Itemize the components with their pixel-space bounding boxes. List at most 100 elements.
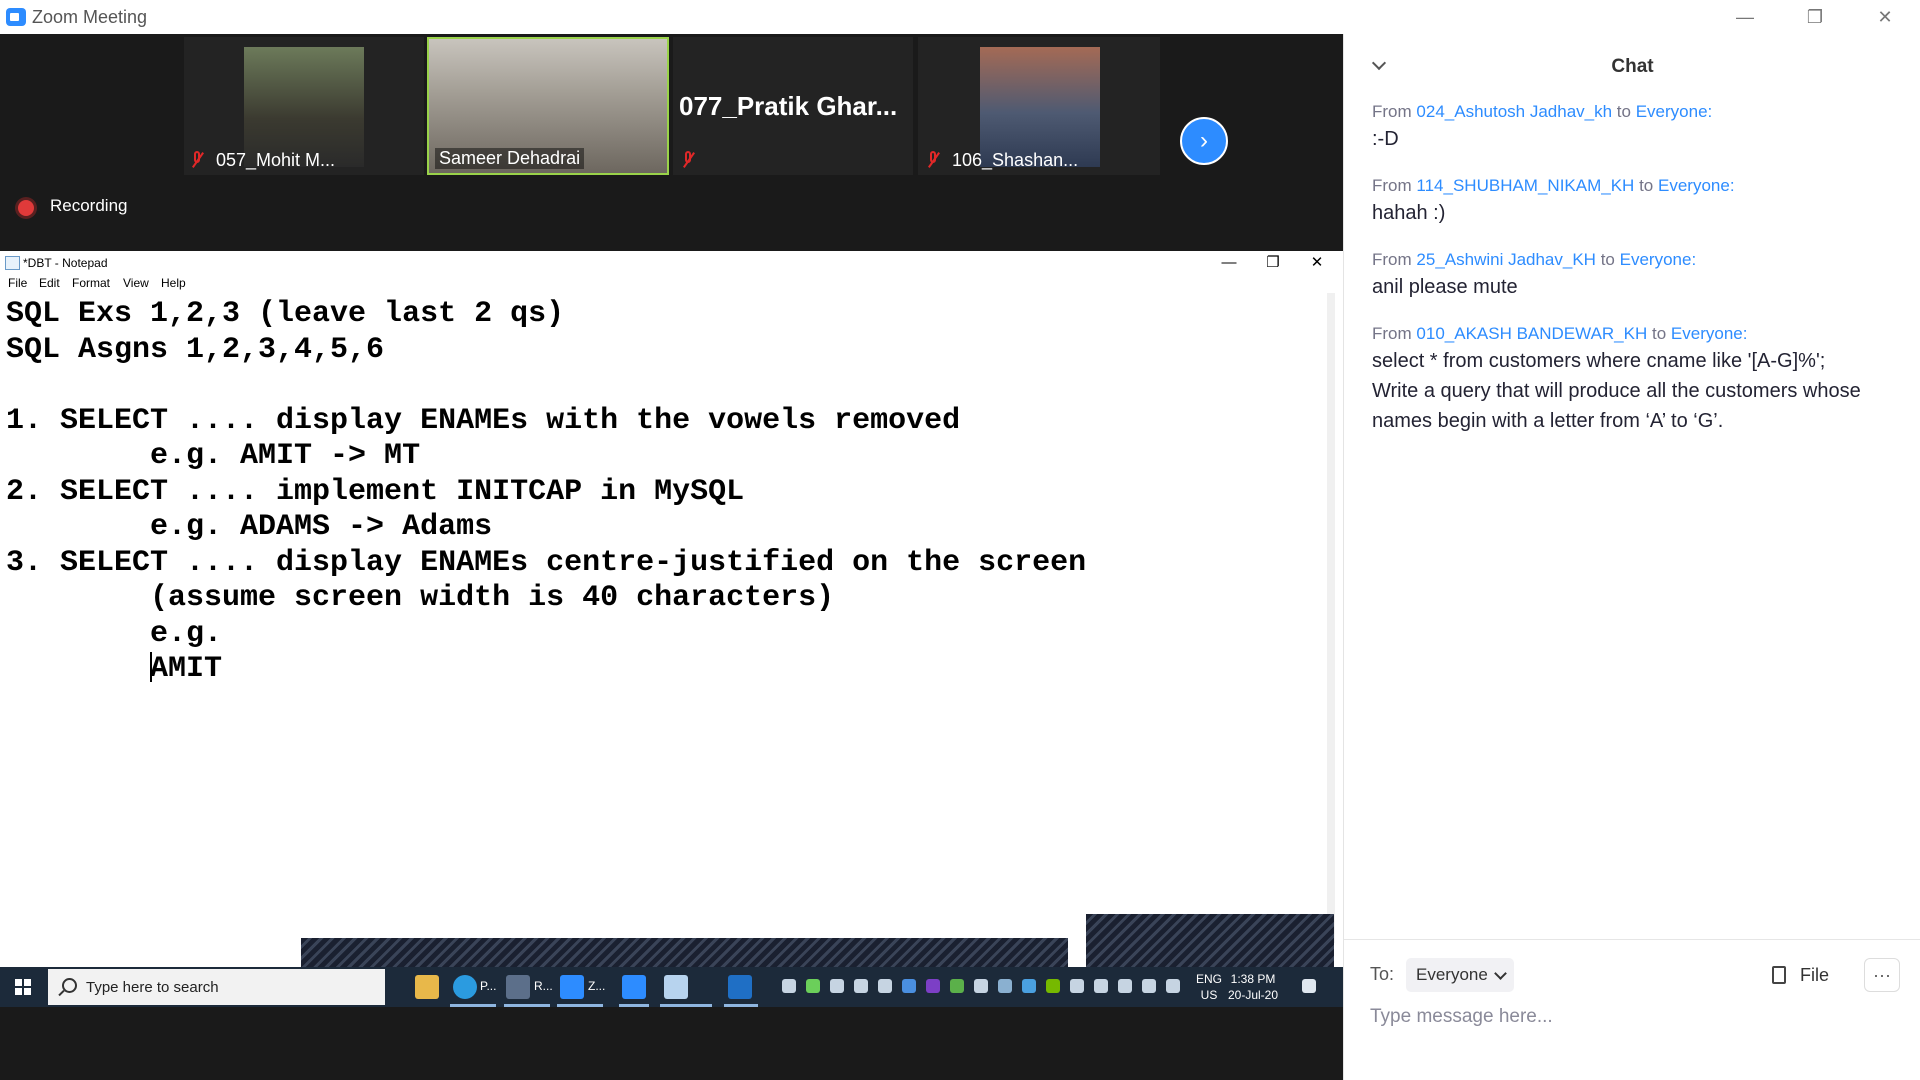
minimize-button[interactable]: —: [1710, 0, 1780, 34]
chat-message-text: anil please mute: [1372, 276, 1518, 298]
zoom-taskbar-icon[interactable]: [560, 975, 584, 999]
mail-app-icon[interactable]: [728, 975, 752, 999]
security-tray-icon[interactable]: [806, 979, 820, 993]
notepad-line: e.g.: [6, 616, 223, 651]
notepad-close-button[interactable]: ✕: [1295, 251, 1339, 273]
steam-tray-icon[interactable]: [878, 979, 892, 993]
notepad-text-area[interactable]: SQL Exs 1,2,3 (leave last 2 qs) SQL Asgns…: [6, 297, 1326, 937]
meeting-background: [0, 1007, 1343, 1080]
taskbar-app-label: P...: [480, 979, 497, 993]
close-button[interactable]: ✕: [1850, 0, 1920, 34]
pen-tray-icon[interactable]: [1166, 979, 1180, 993]
message-input[interactable]: Type message here...: [1370, 1006, 1553, 1028]
mic-muted-icon: [190, 151, 204, 169]
notepad-line: e.g. ADAMS -> Adams: [6, 510, 493, 544]
volume-tray-icon[interactable]: [1142, 979, 1156, 993]
chevron-down-icon: [1493, 966, 1507, 980]
notepad-line: [6, 368, 1326, 404]
notepad-window: *DBT - Notepad — ❐ ✕ File Edit Format Vi…: [0, 251, 1335, 967]
wifi-tray-icon[interactable]: [998, 979, 1012, 993]
recipient-name[interactable]: Everyone:: [1671, 324, 1748, 343]
notepad-icon: [5, 256, 20, 270]
chat-header: Chat: [1344, 52, 1920, 86]
chat-message-header: From 010_AKASH BANDEWAR_KH to Everyone:: [1372, 324, 1892, 344]
app-tray-icon[interactable]: [1118, 979, 1132, 993]
chat-message: From 024_Ashutosh Jadhav_kh to Everyone:…: [1372, 102, 1892, 154]
to-word: to: [1652, 324, 1667, 343]
participant-tile-active[interactable]: Sameer Dehadrai: [427, 37, 669, 175]
notepad-line: SQL Asgns 1,2,3,4,5,6: [6, 332, 385, 367]
restore-button[interactable]: ❐: [1780, 0, 1850, 34]
region-code: US: [1200, 988, 1218, 1002]
from-label: From: [1372, 324, 1412, 343]
recipient-name[interactable]: Everyone:: [1636, 102, 1713, 121]
notifications-icon[interactable]: [1302, 979, 1316, 993]
taskbar-search-box[interactable]: Type here to search: [48, 969, 385, 1005]
notepad-taskbar-icon[interactable]: [664, 975, 688, 999]
recipient-select[interactable]: Everyone: [1406, 958, 1514, 992]
app-window-icon[interactable]: [506, 975, 530, 999]
language-indicator[interactable]: ENG US: [1196, 971, 1222, 1003]
microphone-tray-icon[interactable]: [830, 979, 844, 993]
help-tray-icon[interactable]: [782, 979, 796, 993]
from-label: From: [1372, 176, 1412, 195]
app-tray-icon[interactable]: [950, 979, 964, 993]
menu-file[interactable]: File: [8, 276, 27, 290]
chat-message-text: hahah :): [1372, 202, 1446, 224]
app-tray-icon[interactable]: [854, 979, 868, 993]
notepad-minimize-button[interactable]: —: [1207, 251, 1251, 273]
more-options-button[interactable]: ···: [1864, 958, 1900, 992]
sender-name[interactable]: 010_AKASH BANDEWAR_KH: [1416, 324, 1647, 343]
file-button[interactable]: File: [1772, 960, 1829, 990]
clock-time: 1:38 PM: [1230, 972, 1276, 986]
edge-browser-icon[interactable]: [453, 975, 477, 999]
zoom-app-icon: [6, 8, 26, 26]
recording-dot-icon: [18, 200, 34, 216]
recipient-name[interactable]: Everyone:: [1658, 176, 1735, 195]
zoom-title-bar: Zoom Meeting — ❐ ✕: [0, 0, 1920, 34]
search-icon: [62, 978, 77, 993]
menu-help[interactable]: Help: [161, 276, 186, 290]
shield-tray-icon[interactable]: [974, 979, 988, 993]
participant-name: 077_Pratik Ghar...: [679, 91, 898, 121]
chat-title: Chat: [1611, 56, 1654, 77]
recipient-name[interactable]: Everyone:: [1620, 250, 1697, 269]
participant-tile[interactable]: 106_Shashan...: [918, 37, 1160, 175]
participant-name: Sameer Dehadrai: [435, 148, 585, 169]
sender-name[interactable]: 25_Ashwini Jadhav_KH: [1416, 250, 1596, 269]
to-label: To:: [1370, 964, 1395, 984]
sender-name[interactable]: 114_SHUBHAM_NIKAM_KH: [1416, 176, 1634, 195]
windows-taskbar: Type here to search P... R... Z... ENG U…: [0, 967, 1343, 1007]
notepad-line: AMIT: [150, 652, 223, 686]
participant-tile[interactable]: 077_Pratik Ghar...: [673, 37, 913, 175]
zoom-meeting-icon[interactable]: [622, 975, 646, 999]
next-page-button[interactable]: ›: [1180, 117, 1228, 165]
start-button[interactable]: [0, 967, 46, 1007]
bluetooth-tray-icon[interactable]: [1022, 979, 1036, 993]
file-explorer-icon[interactable]: [415, 975, 439, 999]
nvidia-tray-icon[interactable]: [1046, 979, 1060, 993]
to-word: to: [1600, 250, 1615, 269]
display-tray-icon[interactable]: [1094, 979, 1108, 993]
menu-format[interactable]: Format: [72, 276, 110, 290]
app-tray-icon[interactable]: [1070, 979, 1084, 993]
notepad-line: 2. SELECT .... implement INITCAP in MySQ…: [6, 474, 745, 509]
notepad-scrollbar[interactable]: [1327, 293, 1335, 943]
taskbar-clock[interactable]: 1:38 PM 20-Jul-20: [1228, 971, 1278, 1003]
menu-edit[interactable]: Edit: [39, 276, 60, 290]
chat-message-text: :-D: [1372, 128, 1399, 150]
zoom-tray-icon[interactable]: [902, 979, 916, 993]
taskbar-app-label: Z...: [588, 979, 606, 993]
onenote-tray-icon[interactable]: [926, 979, 940, 993]
chat-message: From 114_SHUBHAM_NIKAM_KH to Everyone: ha…: [1372, 176, 1892, 228]
language-code: ENG: [1196, 972, 1223, 986]
taskbar-app-label: R...: [534, 979, 553, 993]
menu-view[interactable]: View: [123, 276, 149, 290]
file-icon: [1772, 966, 1786, 984]
desktop-background: [301, 938, 1068, 967]
chat-message: From 25_Ashwini Jadhav_KH to Everyone: an…: [1372, 250, 1892, 302]
notepad-restore-button[interactable]: ❐: [1251, 251, 1295, 273]
sender-name[interactable]: 024_Ashutosh Jadhav_kh: [1416, 102, 1612, 121]
participant-tile[interactable]: 057_Mohit M...: [184, 37, 424, 175]
notepad-line: 1. SELECT .... display ENAMEs with the v…: [6, 403, 961, 438]
